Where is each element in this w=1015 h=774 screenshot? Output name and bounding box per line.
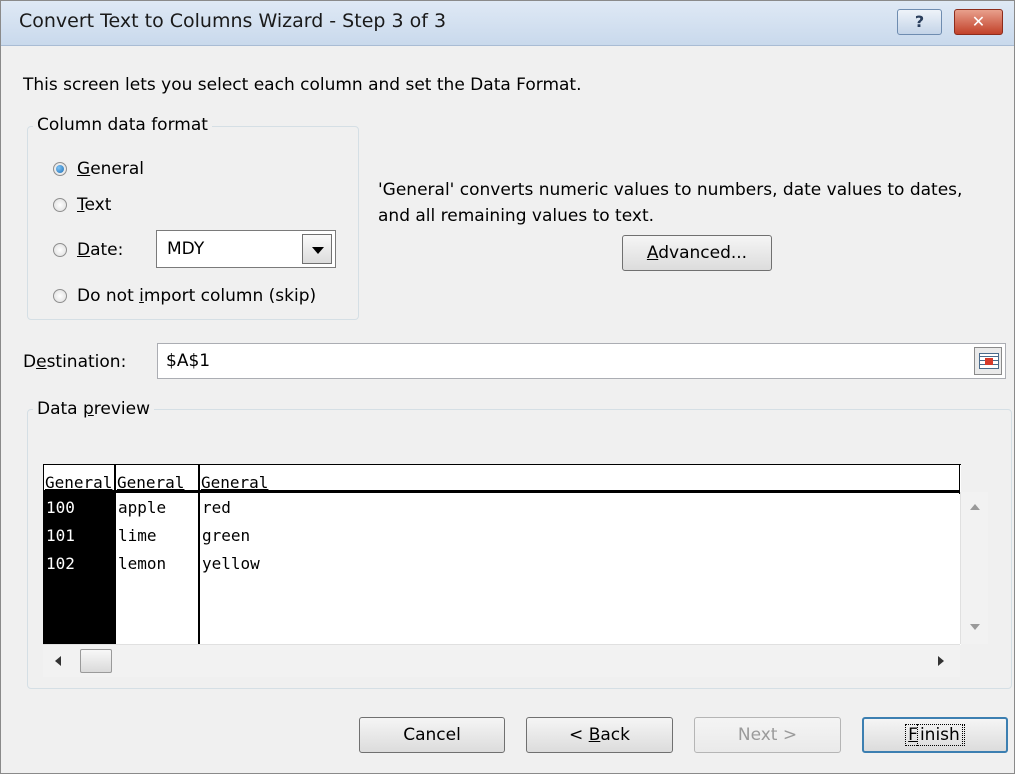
column-header[interactable]: General <box>200 465 960 493</box>
radio-general-label: General <box>77 159 145 179</box>
preview-cell: yellow <box>202 554 260 573</box>
preview-cell: 102 <box>46 554 75 573</box>
window-title: Convert Text to Columns Wizard - Step 3 … <box>19 10 447 32</box>
vertical-scrollbar[interactable] <box>960 492 988 644</box>
next-button[interactable]: Next > <box>694 717 841 753</box>
radio-selected-icon <box>53 162 67 176</box>
advanced-button[interactable]: Advanced... <box>622 235 772 271</box>
help-button[interactable]: ? <box>897 9 942 35</box>
preview-cell: lime <box>118 526 157 545</box>
column-header[interactable]: General <box>116 465 198 493</box>
chevron-down-icon[interactable] <box>302 234 332 264</box>
radio-date-label: Date: <box>77 240 124 260</box>
close-button[interactable]: ✕ <box>954 9 1003 35</box>
radio-date[interactable]: Date: <box>53 240 123 260</box>
back-button[interactable]: < Back <box>526 717 673 753</box>
preview-right-border <box>959 464 960 494</box>
title-bar: Convert Text to Columns Wizard - Step 3 … <box>1 1 1014 46</box>
preview-column-3[interactable]: General red green yellow <box>200 465 960 645</box>
radio-unselected-icon <box>53 289 67 303</box>
date-format-select[interactable]: MDY <box>156 230 336 268</box>
radio-text[interactable]: Text <box>53 195 111 215</box>
destination-label: Destination: <box>23 352 127 372</box>
scroll-left-icon[interactable] <box>55 656 61 666</box>
destination-value: $A$1 <box>166 351 211 371</box>
radio-skip-label: Do not import column (skip) <box>77 286 317 306</box>
data-preview-caption: Data preview <box>33 399 155 419</box>
scroll-down-icon[interactable] <box>970 624 980 630</box>
destination-input[interactable]: $A$1 <box>157 343 1006 379</box>
intro-text: This screen lets you select each column … <box>23 75 582 95</box>
preview-cell: apple <box>118 498 167 517</box>
scroll-thumb[interactable] <box>80 649 112 673</box>
radio-unselected-icon <box>53 243 67 257</box>
date-format-value: MDY <box>167 239 205 259</box>
radio-general[interactable]: General <box>53 159 144 179</box>
format-description: 'General' converts numeric values to num… <box>378 180 963 226</box>
finish-button[interactable]: Finish <box>862 717 1008 753</box>
collapse-dialog-icon[interactable] <box>974 347 1002 375</box>
preview-cell: green <box>202 526 251 545</box>
radio-text-label: Text <box>77 195 112 215</box>
preview-grid[interactable]: General 100 101 102 General apple lime l… <box>43 464 961 645</box>
column-header[interactable]: General <box>44 465 114 493</box>
column-format-caption: Column data format <box>33 115 212 135</box>
preview-cell: lemon <box>118 554 167 573</box>
scroll-up-icon[interactable] <box>970 504 980 510</box>
horizontal-scrollbar[interactable] <box>43 644 960 677</box>
radio-unselected-icon <box>53 198 67 212</box>
radio-skip[interactable]: Do not import column (skip) <box>53 286 316 306</box>
wizard-dialog: Convert Text to Columns Wizard - Step 3 … <box>0 0 1015 774</box>
preview-column-1[interactable]: General 100 101 102 <box>44 465 114 645</box>
preview-cell: 101 <box>46 526 75 545</box>
selection-glyph <box>985 358 993 365</box>
cancel-button[interactable]: Cancel <box>359 717 505 753</box>
preview-cell: red <box>202 498 231 517</box>
scroll-right-icon[interactable] <box>938 656 944 666</box>
preview-column-2[interactable]: General apple lime lemon <box>116 465 198 645</box>
preview-cell: 100 <box>46 498 75 517</box>
